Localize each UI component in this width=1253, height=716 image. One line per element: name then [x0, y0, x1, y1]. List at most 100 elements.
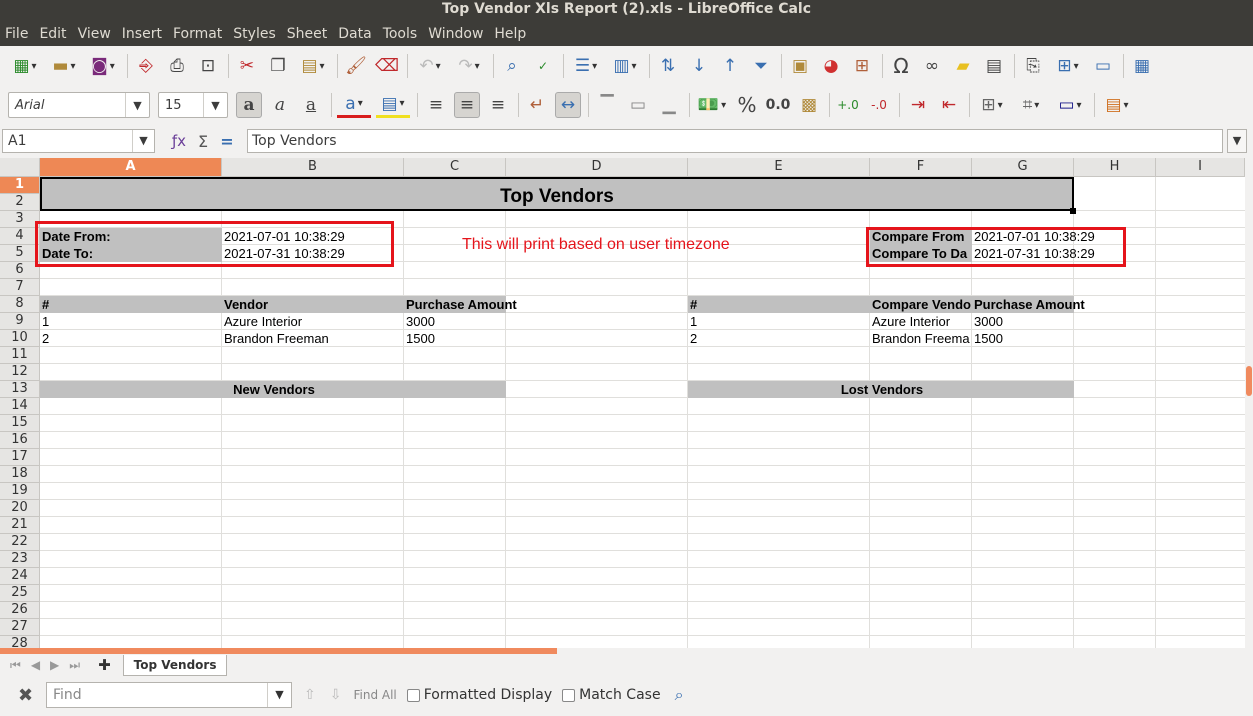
freeze-rows-icon[interactable]: ⊞: [1051, 53, 1085, 79]
insert-chart-icon[interactable]: ◕: [818, 53, 844, 79]
align-bottom-icon[interactable]: ▁: [656, 92, 682, 118]
row-header-12[interactable]: 12: [0, 364, 40, 381]
cut-icon[interactable]: ✂: [234, 53, 260, 79]
border-color-icon[interactable]: ▭: [1053, 92, 1087, 118]
sum-icon[interactable]: Σ: [191, 132, 215, 151]
bold-icon[interactable]: a: [236, 92, 262, 118]
clone-formatting-icon[interactable]: 🖌: [343, 53, 369, 79]
percent-format-icon[interactable]: %: [734, 92, 760, 118]
increase-indent-icon[interactable]: ⇥: [905, 92, 931, 118]
expand-formula-icon[interactable]: ▼: [1227, 129, 1247, 153]
row-header-7[interactable]: 7: [0, 279, 40, 296]
new-vendors-header[interactable]: New Vendors: [40, 381, 506, 398]
function-wizard-icon[interactable]: ƒx: [167, 132, 191, 150]
column-header-i[interactable]: I: [1156, 158, 1245, 177]
align-left-icon[interactable]: ≡: [423, 92, 449, 118]
close-find-icon[interactable]: ✖: [18, 685, 40, 706]
save-icon[interactable]: ◙: [86, 53, 120, 79]
chevron-down-icon[interactable]: ▼: [132, 130, 154, 152]
row-icon[interactable]: ☰: [569, 53, 603, 79]
column-header-h[interactable]: H: [1074, 158, 1156, 177]
row-header-20[interactable]: 20: [0, 500, 40, 517]
merge-center-icon[interactable]: ↔: [555, 92, 581, 118]
sidebar-icon[interactable]: ▦: [1129, 53, 1155, 79]
copy-icon[interactable]: ❐: [265, 53, 291, 79]
conditional-format-icon[interactable]: ▤: [1100, 92, 1134, 118]
find-input[interactable]: Find ▼: [46, 682, 292, 708]
redo-icon[interactable]: ↷: [452, 53, 486, 79]
column-icon[interactable]: ▥: [608, 53, 642, 79]
row-header-17[interactable]: 17: [0, 449, 40, 466]
formula-icon[interactable]: =: [215, 132, 239, 151]
open-folder-icon[interactable]: ▬: [47, 53, 81, 79]
find-previous-icon[interactable]: ⇧: [304, 687, 316, 703]
row-header-28[interactable]: 28: [0, 636, 40, 648]
spreadsheet-grid[interactable]: A B C D E F G H I 1 2 3 4 5 6 7 8 9 10 1…: [0, 158, 1245, 648]
row-header-27[interactable]: 27: [0, 619, 40, 636]
align-right-icon[interactable]: ≡: [485, 92, 511, 118]
sort-descending-icon[interactable]: ↓: [686, 53, 712, 79]
headers-footers-icon[interactable]: ▤: [981, 53, 1007, 79]
match-case-checkbox[interactable]: [562, 688, 576, 702]
row-header-10[interactable]: 10: [0, 330, 40, 347]
right-header-number[interactable]: #: [688, 296, 870, 313]
menu-help[interactable]: Help: [494, 26, 526, 42]
right-row-2-amount[interactable]: 1500: [972, 330, 1074, 347]
row-header-6[interactable]: 6: [0, 262, 40, 279]
row-header-22[interactable]: 22: [0, 534, 40, 551]
paste-icon[interactable]: ▤: [296, 53, 330, 79]
select-all-corner[interactable]: [0, 158, 40, 177]
fill-handle[interactable]: [1070, 208, 1076, 214]
vertical-scroll-thumb[interactable]: [1246, 366, 1252, 396]
right-row-1-number[interactable]: 1: [688, 313, 870, 330]
clear-formatting-icon[interactable]: ⌫: [374, 53, 400, 79]
row-header-21[interactable]: 21: [0, 517, 40, 534]
print-icon[interactable]: ⎙: [164, 53, 190, 79]
formatted-display-checkbox[interactable]: [406, 688, 420, 702]
right-header-vendor[interactable]: Compare Vendo: [870, 296, 972, 313]
left-row-2-vendor[interactable]: Brandon Freeman: [222, 330, 404, 347]
next-sheet-icon[interactable]: ▶: [50, 658, 59, 672]
borders-icon[interactable]: ⊞: [975, 92, 1009, 118]
row-header-5[interactable]: 5: [0, 245, 40, 262]
find-all-button[interactable]: Find All: [353, 688, 396, 702]
column-header-d[interactable]: D: [506, 158, 688, 177]
highlight-color-icon[interactable]: ▤: [376, 92, 410, 118]
spelling-icon[interactable]: ✓: [530, 53, 556, 79]
left-header-vendor[interactable]: Vendor: [222, 296, 404, 313]
right-row-2-number[interactable]: 2: [688, 330, 870, 347]
font-size-combo[interactable]: 15 ▼: [158, 92, 228, 118]
row-header-14[interactable]: 14: [0, 398, 40, 415]
add-decimal-icon[interactable]: +.0: [835, 92, 861, 118]
right-row-2-vendor[interactable]: Brandon Freema: [870, 330, 972, 347]
hyperlink-icon[interactable]: ∞: [919, 53, 945, 79]
menu-styles[interactable]: Styles: [233, 26, 275, 42]
report-title[interactable]: Top Vendors: [40, 177, 1074, 211]
undo-icon[interactable]: ↶: [413, 53, 447, 79]
right-row-1-vendor[interactable]: Azure Interior: [870, 313, 972, 330]
menu-tools[interactable]: Tools: [383, 26, 418, 42]
row-header-11[interactable]: 11: [0, 347, 40, 364]
row-header-26[interactable]: 26: [0, 602, 40, 619]
border-style-icon[interactable]: ⌗: [1014, 92, 1048, 118]
chevron-down-icon[interactable]: ▼: [267, 683, 291, 707]
sheet-tab-top-vendors[interactable]: Top Vendors: [122, 654, 228, 676]
row-header-2[interactable]: 2: [0, 194, 40, 211]
row-header-23[interactable]: 23: [0, 551, 40, 568]
name-box[interactable]: A1 ▼: [2, 129, 155, 153]
row-header-3[interactable]: 3: [0, 211, 40, 228]
number-format-icon[interactable]: 0.0: [765, 92, 791, 118]
insert-image-icon[interactable]: ▣: [787, 53, 813, 79]
row-header-1[interactable]: 1: [0, 177, 40, 194]
menu-data[interactable]: Data: [338, 26, 371, 42]
menu-edit[interactable]: Edit: [39, 26, 66, 42]
sort-icon[interactable]: ⇅: [655, 53, 681, 79]
font-color-icon[interactable]: a: [337, 92, 371, 118]
row-header-16[interactable]: 16: [0, 432, 40, 449]
export-pdf-icon[interactable]: ⎆: [133, 53, 159, 79]
special-character-icon[interactable]: Ω: [888, 53, 914, 79]
find-next-icon[interactable]: ⇩: [330, 687, 342, 703]
left-row-2-amount[interactable]: 1500: [404, 330, 506, 347]
row-header-9[interactable]: 9: [0, 313, 40, 330]
left-row-1-number[interactable]: 1: [40, 313, 222, 330]
